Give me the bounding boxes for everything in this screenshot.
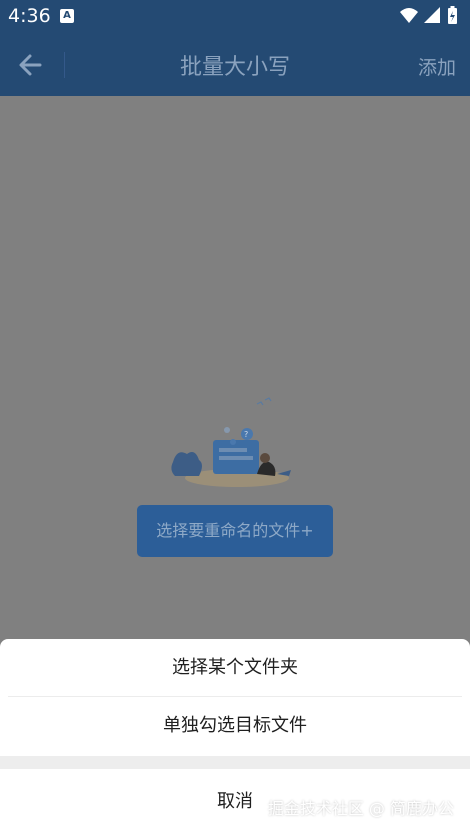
app-bar: 批量大小写 添加 [0,34,470,96]
watermark: 掘金技术社区 @ 简鹿办公 [267,799,454,818]
signal-icon [424,7,440,23]
notification-badge: A [60,9,74,23]
svg-text:?: ? [244,430,248,439]
wifi-icon [400,8,418,23]
page-title: 批量大小写 [179,55,290,80]
battery-icon [448,6,457,24]
sheet-gap [0,756,470,769]
add-button[interactable]: 添加 [418,53,456,80]
choose-files-button[interactable]: 选择要重命名的文件+ [137,505,333,557]
status-icons [400,6,457,24]
select-folder-option[interactable]: 选择某个文件夹 [0,639,470,696]
empty-state-illustration: ? [171,397,291,487]
status-time: 4:36 [8,5,51,27]
status-bar: 4:36 A [0,0,470,34]
select-files-option[interactable]: 单独勾选目标文件 [0,697,470,754]
